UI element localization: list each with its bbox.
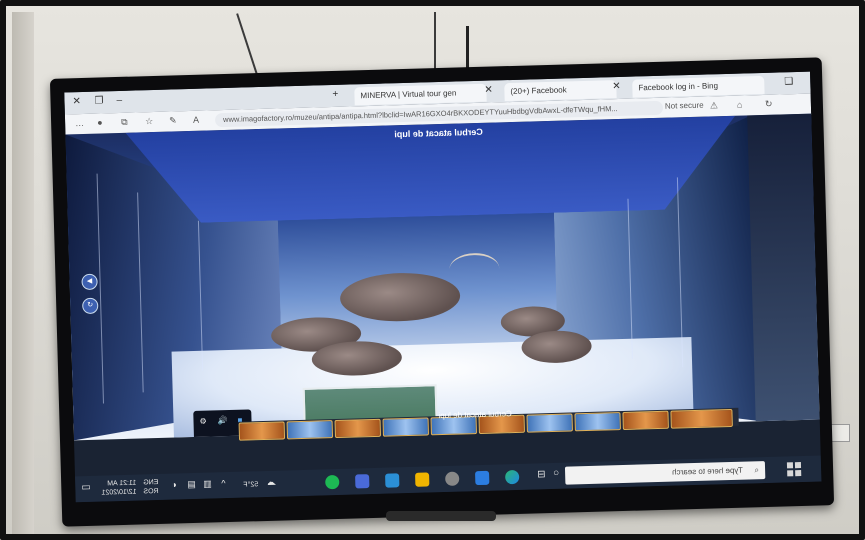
status-dot-icon: ● [218,436,223,440]
monitor: ✕ ❐ – + MINERVA | Virtual tour gen ✕ (20… [49,57,835,527]
task-view-icon[interactable]: ⊟ [537,469,546,480]
tab-label: (20+) Facebook [510,85,567,97]
tab-bing[interactable]: Facebook log in - Bing [632,75,765,98]
screen: ✕ ❐ – + MINERVA | Virtual tour gen ✕ (20… [64,71,822,503]
tab-facebook[interactable]: (20+) Facebook [504,80,617,102]
scene-thumbnail[interactable] [286,420,334,440]
cortana-icon[interactable]: ○ [553,468,559,479]
tab-close-icon[interactable]: ✕ [484,85,493,96]
spotify-icon[interactable] [325,474,340,490]
edge-icon[interactable] [505,469,520,485]
start-icon[interactable] [786,462,802,477]
collections-icon[interactable]: ⧉ [121,117,128,128]
extensions-icon[interactable]: ✎ [169,115,177,126]
refresh-icon[interactable]: ↻ [765,99,773,110]
tab-label: MINERVA | Virtual tour gen [360,88,457,101]
scene-thumbnail[interactable] [574,412,621,432]
new-tab-icon[interactable]: + [332,89,338,100]
language-indicator[interactable]: ENG ROS [143,478,159,496]
clock[interactable]: 11:21 AM 12/10/2021 [101,479,137,498]
panorama-view[interactable]: Cerbul atacat de lupi ◀ ↻ ⚙ 🔊 ■ ● ☁ [65,113,820,441]
photo-frame: ✕ ❐ – + MINERVA | Virtual tour gen ✕ (20… [0,0,865,540]
diorama-frame [747,113,820,422]
scene-thumbnail[interactable] [334,418,382,439]
tab-label: Facebook log in - Bing [638,81,719,93]
close-window-icon[interactable]: ✕ [72,96,81,107]
teams-icon[interactable] [355,474,370,489]
volume-icon[interactable]: ◐ [171,479,177,489]
restore-window-icon[interactable]: ❐ [94,95,103,106]
taskbar-search[interactable]: Type here to search ⌕ [564,461,766,485]
tab-close-icon[interactable]: ✕ [612,81,621,92]
wall-cable [434,12,436,74]
scene-thumbnail[interactable] [622,410,669,431]
profile-icon[interactable]: ● [97,117,103,127]
more-icon[interactable]: … [75,118,84,128]
warning-icon: ⚠ [709,100,719,111]
tab-actions-icon[interactable]: ❏ [784,76,793,87]
chevron-up-icon[interactable]: ^ [221,478,226,488]
search-icon: ⌕ [754,465,760,475]
tab-minerva[interactable]: MINERVA | Virtual tour gen [354,83,487,106]
wall-cable [236,13,258,75]
favorites-icon[interactable]: ☆ [145,116,153,127]
settings-app-icon[interactable] [445,471,460,486]
deer-antler [448,252,500,286]
settings-icon[interactable]: ⚙ [199,417,206,426]
read-aloud-icon[interactable]: A [193,115,199,125]
minimize-window-icon[interactable]: – [116,95,122,106]
audio-icon[interactable]: 🔊 [217,416,227,425]
mail-icon[interactable] [475,470,490,486]
store-icon[interactable] [385,473,400,488]
scene-thumbnail[interactable] [238,421,286,441]
taskbar: ▭ 11:21 AM 12/10/2021 ENG ROS ◐ ▤ ▥ ^ 52… [75,455,822,503]
file-explorer-icon[interactable] [415,472,430,487]
search-placeholder: Type here to search [672,465,744,477]
notifications-icon[interactable]: ▭ [81,482,91,493]
region-code: ROS [143,487,159,496]
security-label[interactable]: Not secure [665,101,704,111]
monitor-stand [386,511,496,521]
weather-temp[interactable]: 52°F [243,480,258,489]
wall-edge [12,12,34,534]
scene-thumbnail[interactable] [526,413,573,433]
network-icon[interactable]: ▤ [187,479,196,489]
deer [339,271,461,323]
weather-icon: ☁ [267,476,277,487]
home-icon[interactable]: ⌂ [737,100,743,110]
battery-icon[interactable]: ▥ [203,479,212,489]
clock-date: 12/10/2021 [101,488,137,497]
scene-thumbnail[interactable] [382,417,429,437]
language-code: ENG [143,478,159,487]
scene-thumbnail[interactable] [670,408,733,429]
